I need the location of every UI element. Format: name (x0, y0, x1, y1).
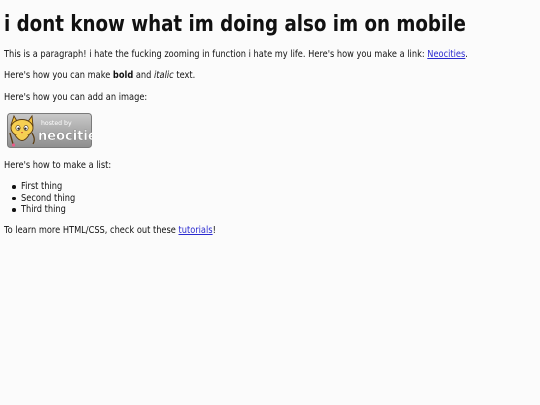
outro-text: To learn more HTML/CSS, check out these (4, 225, 179, 236)
list-item: Third thing (4, 204, 84, 216)
badge-line1: hosted by (41, 120, 72, 127)
intro-trailing-punct: . (465, 49, 468, 60)
list-item-text: Third thing (21, 204, 66, 216)
neocities-link[interactable]: Neocities (427, 49, 465, 60)
image-intro: Here's how you can add an image: (4, 92, 148, 103)
bold-example: bold (112, 70, 134, 81)
formatting-middle: and (133, 70, 155, 81)
bullet-icon (12, 185, 16, 189)
intro-text: This is a paragraph! i hate the fucking … (4, 49, 428, 60)
list-item: First thing (4, 181, 84, 193)
tutorials-link[interactable]: tutorials (178, 225, 212, 236)
outro-trailing-punct: ! (212, 225, 216, 236)
example-list: First thing Second thing Third thing (4, 181, 84, 216)
list-intro: Here's how to make a list: (4, 160, 112, 171)
badge-line2: neocities (38, 129, 92, 144)
list-item-text: First thing (21, 181, 63, 192)
formatting-paragraph: Here's how you can make bold and italic … (4, 70, 195, 82)
italic-example: italic (154, 70, 174, 81)
formatting-after: text. (173, 70, 196, 81)
intro-paragraph: This is a paragraph! i hate the fucking … (4, 49, 468, 61)
hosted-by-neocities-badge[interactable]: hosted by neocities (7, 113, 105, 148)
list-item: Second thing (4, 193, 84, 205)
bullet-icon (12, 196, 16, 201)
formatting-before: Here's how you can make (4, 70, 113, 81)
list-item-text: Second thing (21, 192, 76, 204)
page-title: i dont know what im doing also im on mob… (4, 12, 466, 37)
neocities-badge-image: hosted by neocities (7, 113, 105, 148)
bullet-icon (12, 208, 16, 212)
outro-paragraph: To learn more HTML/CSS, check out these … (4, 225, 216, 237)
